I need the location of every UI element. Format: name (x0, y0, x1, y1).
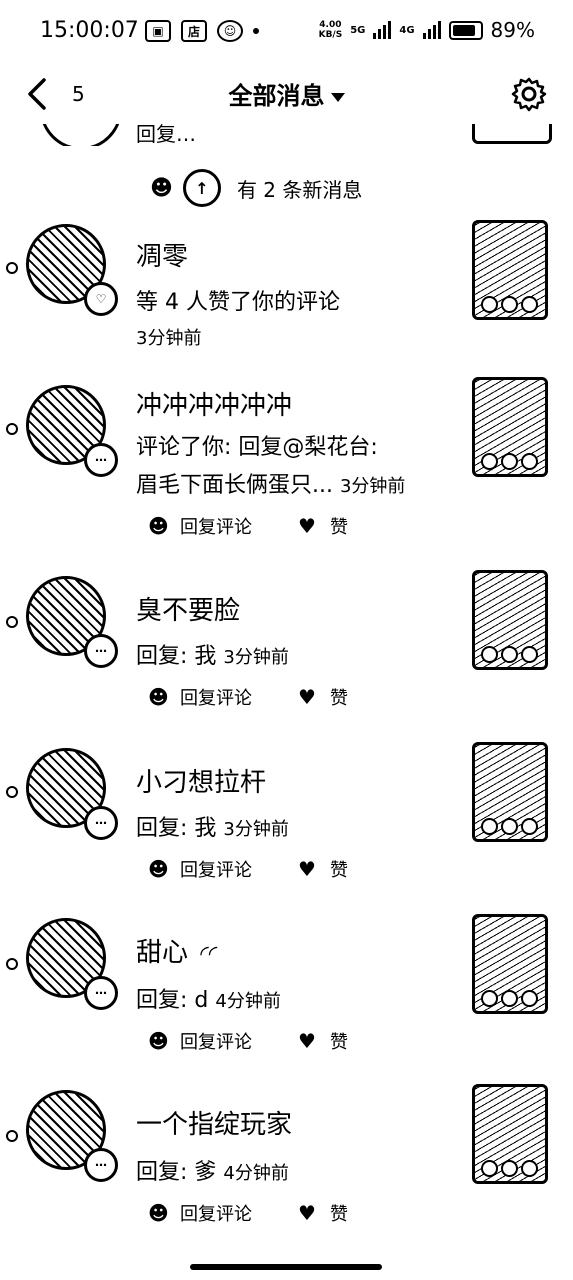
like-button[interactable]: ♥ 赞 (298, 513, 348, 539)
list-item[interactable]: ⋯ 一个指绽玩家 回复: 爹 4分钟前 ☻ 回复评论 ♥ 赞 (0, 1084, 573, 1244)
message-text-2: 眉毛下面长俩蛋只... 3分钟前 (136, 473, 406, 498)
reply-comment-button[interactable]: ☻ 回复评论 (148, 684, 252, 710)
unread-dot (6, 262, 18, 274)
heart-icon: ♥ (298, 857, 316, 881)
post-thumbnail[interactable] (472, 220, 548, 320)
message-time: 4分钟前 (215, 991, 281, 1012)
sender-name[interactable]: 凋零 (136, 236, 188, 273)
item-actions: ☻ 回复评论 ♥ 赞 (148, 1028, 348, 1054)
post-thumbnail (472, 124, 552, 144)
emoji-icon: ◜◜ (200, 942, 218, 967)
post-thumbnail[interactable] (472, 377, 548, 477)
status-bar: 15:00:07 ▣ 店 ☺ 4.00 KB/S 5G 4G 89% (40, 18, 535, 43)
comment-badge-icon: ⋯ (84, 806, 118, 840)
message-text: 等 4 人赞了你的评论 (136, 290, 340, 315)
comment-badge-icon: ⋯ (84, 443, 118, 477)
list-item[interactable]: ⋯ 冲冲冲冲冲冲 评论了你: 回复@梨花台: 眉毛下面长俩蛋只... 3分钟前 … (0, 375, 573, 555)
list-item[interactable]: ⋯ 小刁想拉杆 回复: 我 3分钟前 ☻ 回复评论 ♥ 赞 (0, 740, 573, 900)
new-messages-text: 有 2 条新消息 (236, 177, 363, 202)
battery-percent: 89% (490, 18, 535, 42)
cloud-notification-icon: ☺ (217, 20, 243, 42)
top-nav: 5 全部消息 (0, 64, 573, 124)
mascot-icon: ☻ (148, 1201, 169, 1225)
sender-name[interactable]: 臭不要脸 (136, 590, 240, 627)
comment-badge-icon: ⋯ (84, 1148, 118, 1182)
app-notification-icon: ▣ (145, 20, 171, 42)
mascot-icon: ☻ (148, 1029, 169, 1053)
heart-icon: ♥ (298, 1201, 316, 1225)
like-button[interactable]: ♥ 赞 (298, 856, 348, 882)
message-text: 评论了你: 回复@梨花台: (136, 435, 378, 460)
sender-name[interactable]: 甜心 ◜◜ (136, 932, 217, 969)
shop-notification-icon: 店 (181, 20, 207, 42)
mascot-icon: ☻ (148, 685, 169, 709)
mascot-icon: ☻ (148, 514, 169, 538)
partial-message-item[interactable]: 回复… (0, 124, 573, 146)
gear-icon[interactable] (511, 76, 547, 112)
caret-down-icon (330, 92, 345, 102)
list-item[interactable]: ⋯ 臭不要脸 回复: 我 3分钟前 ☻ 回复评论 ♥ 赞 (0, 570, 573, 730)
unread-dot (6, 958, 18, 970)
message-time: 4分钟前 (223, 1163, 289, 1184)
status-time: 15:00:07 (40, 18, 139, 43)
list-item[interactable]: ♡ 凋零 等 4 人赞了你的评论 3分钟前 (0, 220, 573, 370)
battery-icon (448, 20, 483, 40)
post-thumbnail[interactable] (472, 914, 548, 1014)
reply-comment-button[interactable]: ☻ 回复评论 (148, 856, 252, 882)
message-time: 3分钟前 (223, 647, 289, 668)
mascot-icon: ☻ (150, 175, 173, 201)
message-time: 3分钟前 (136, 328, 202, 349)
message-text: 回复: 我 3分钟前 (136, 644, 289, 669)
item-actions: ☻ 回复评论 ♥ 赞 (148, 856, 348, 882)
unread-dot (6, 616, 18, 628)
post-thumbnail[interactable] (472, 570, 548, 670)
heart-icon: ♥ (298, 1029, 316, 1053)
item-actions: ☻ 回复评论 ♥ 赞 (148, 684, 348, 710)
list-item[interactable]: ⋯ 甜心 ◜◜ 回复: d 4分钟前 ☻ 回复评论 ♥ 赞 (0, 912, 573, 1072)
home-indicator[interactable] (190, 1264, 382, 1270)
sender-name[interactable]: 小刁想拉杆 (136, 762, 266, 799)
post-thumbnail[interactable] (472, 742, 548, 842)
network-speed: 4.00 KB/S (318, 20, 343, 40)
message-time: 3分钟前 (223, 819, 289, 840)
arrow-up-icon: ↑ (182, 169, 221, 207)
message-text: 回复: d 4分钟前 (136, 988, 281, 1013)
message-text: 回复: 爹 4分钟前 (136, 1160, 289, 1185)
heart-icon: ♥ (298, 685, 316, 709)
unread-dot (6, 1130, 18, 1142)
reply-comment-button[interactable]: ☻ 回复评论 (148, 513, 252, 539)
unread-dot (6, 786, 18, 798)
signal-2-icon (422, 21, 441, 39)
sender-name[interactable]: 冲冲冲冲冲冲 (136, 385, 292, 422)
comment-badge-icon: ⋯ (84, 976, 118, 1010)
like-button[interactable]: ♥ 赞 (298, 684, 348, 710)
signal-icon (373, 21, 392, 39)
heart-icon: ♥ (298, 514, 316, 538)
message-text: 回复: 我 3分钟前 (136, 816, 289, 841)
reply-comment-button[interactable]: ☻ 回复评论 (148, 1028, 252, 1054)
message-time: 3分钟前 (339, 476, 406, 497)
mascot-icon: ☻ (148, 857, 169, 881)
like-button[interactable]: ♥ 赞 (298, 1200, 348, 1226)
avatar (40, 124, 122, 146)
page-title: 全部消息 (228, 82, 325, 110)
post-thumbnail[interactable] (472, 1084, 548, 1184)
sender-name[interactable]: 一个指绽玩家 (136, 1104, 292, 1141)
unread-dot (6, 423, 18, 435)
more-notifications-dot (253, 28, 259, 34)
item-actions: ☻ 回复评论 ♥ 赞 (148, 513, 348, 539)
comment-badge-icon: ⋯ (84, 634, 118, 668)
new-messages-indicator[interactable]: ☻ ↑ 有 2 条新消息 (150, 166, 362, 210)
like-button[interactable]: ♥ 赞 (298, 1028, 348, 1054)
item-actions: ☻ 回复评论 ♥ 赞 (148, 1200, 348, 1226)
message-filter-dropdown[interactable]: 全部消息 (0, 76, 573, 111)
reply-comment-button[interactable]: ☻ 回复评论 (148, 1200, 252, 1226)
heart-badge-icon: ♡ (84, 282, 118, 316)
